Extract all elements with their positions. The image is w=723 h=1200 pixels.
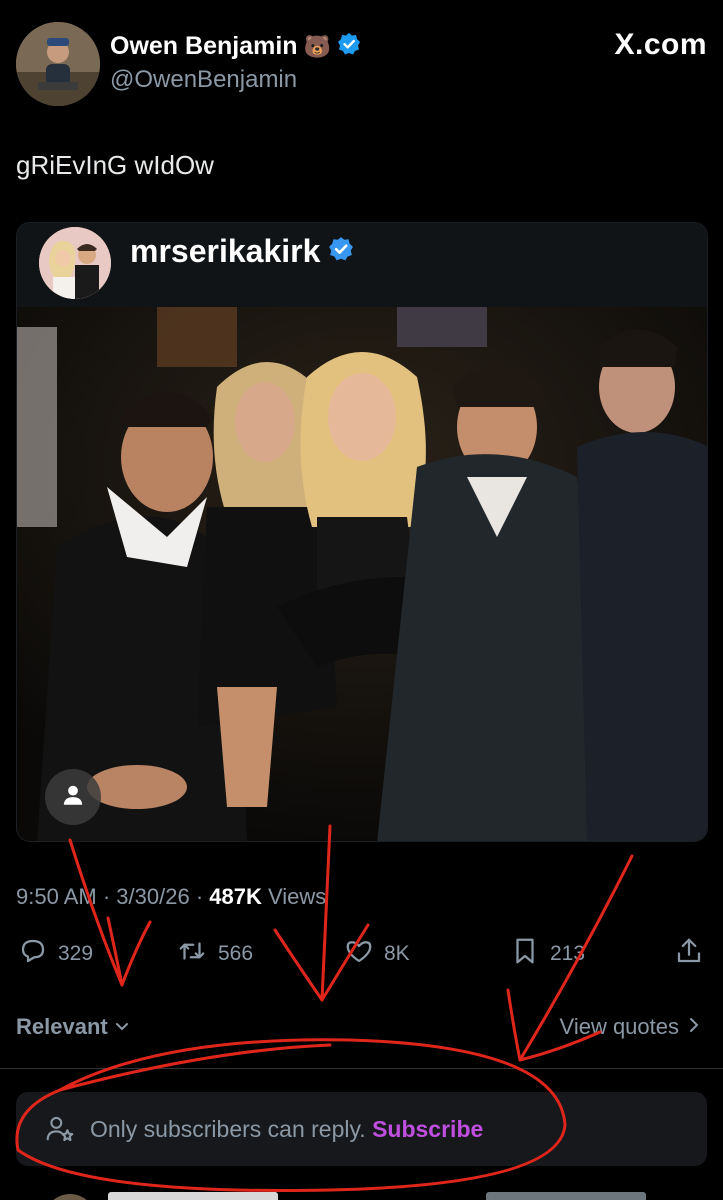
reply-count: 329 [58, 942, 94, 965]
tweet-header: Owen Benjamin 🐻 @OwenBenjamin X.com [16, 22, 707, 106]
tweet-date[interactable]: 3/30/26 [116, 884, 189, 909]
like-button[interactable]: 8K [344, 936, 410, 972]
tagged-people-button[interactable] [45, 769, 101, 825]
chevron-right-icon [687, 1014, 701, 1040]
reply-restriction-text: Only subscribers can reply. [90, 1116, 366, 1142]
subscribe-link[interactable]: Subscribe [372, 1116, 483, 1142]
group-photo[interactable] [17, 307, 707, 841]
author-name-row[interactable]: Owen Benjamin 🐻 [110, 32, 361, 61]
views-count: 487K [209, 884, 262, 909]
share-icon [674, 936, 704, 972]
reply-icon [18, 936, 48, 972]
author-handle[interactable]: @OwenBenjamin [110, 66, 297, 94]
tweet-meta: 9:50 AM · 3/30/26 · 487K Views [16, 884, 326, 910]
next-reply-peek [0, 1180, 723, 1200]
tweet-actions-bar: 329 566 8K 213 [16, 936, 707, 976]
embedded-avatar [39, 227, 111, 299]
heart-icon [344, 936, 374, 972]
views-label: Views [268, 884, 327, 909]
bookmark-button[interactable]: 213 [510, 936, 585, 972]
tweet-time[interactable]: 9:50 AM [16, 884, 97, 909]
author-display-name[interactable]: Owen Benjamin [110, 32, 298, 61]
tweet-media[interactable]: mrserikakirk [16, 222, 708, 842]
meta-separator: · [195, 884, 210, 909]
relevant-label: Relevant [16, 1014, 108, 1039]
subscriber-person-icon [44, 1114, 76, 1149]
embedded-post-header: mrserikakirk [17, 223, 707, 307]
repost-icon [176, 936, 208, 972]
author-avatar[interactable] [16, 22, 100, 106]
bookmark-count: 213 [550, 942, 586, 965]
relevant-sort-dropdown[interactable]: Relevant [16, 1014, 130, 1040]
reply-restriction-text-row: Only subscribers can reply. Subscribe [90, 1116, 483, 1143]
person-icon [60, 782, 86, 813]
bear-emoji: 🐻 [303, 33, 331, 59]
repost-button[interactable]: 566 [176, 936, 253, 972]
view-quotes-label: View quotes [559, 1014, 679, 1039]
embedded-username: mrserikakirk [130, 233, 321, 269]
embedded-verified-icon [328, 233, 354, 270]
like-count: 8K [384, 942, 410, 965]
embedded-username-row: mrserikakirk [130, 233, 354, 270]
verified-badge-icon [337, 32, 361, 61]
share-button[interactable] [674, 936, 704, 972]
chevron-down-icon [114, 1014, 130, 1040]
tweet-text: gRiEvInG wIdOw [16, 150, 214, 180]
view-quotes-link[interactable]: View quotes [560, 1014, 701, 1040]
meta-separator: · [102, 884, 117, 909]
reply-restriction-banner: Only subscribers can reply. Subscribe [16, 1092, 707, 1166]
site-watermark: X.com [614, 28, 707, 61]
section-divider [0, 1068, 723, 1069]
replies-sort-row: Relevant View quotes [16, 1012, 707, 1044]
reply-button[interactable]: 329 [18, 936, 93, 972]
repost-count: 566 [218, 942, 254, 965]
bookmark-icon [510, 936, 540, 972]
